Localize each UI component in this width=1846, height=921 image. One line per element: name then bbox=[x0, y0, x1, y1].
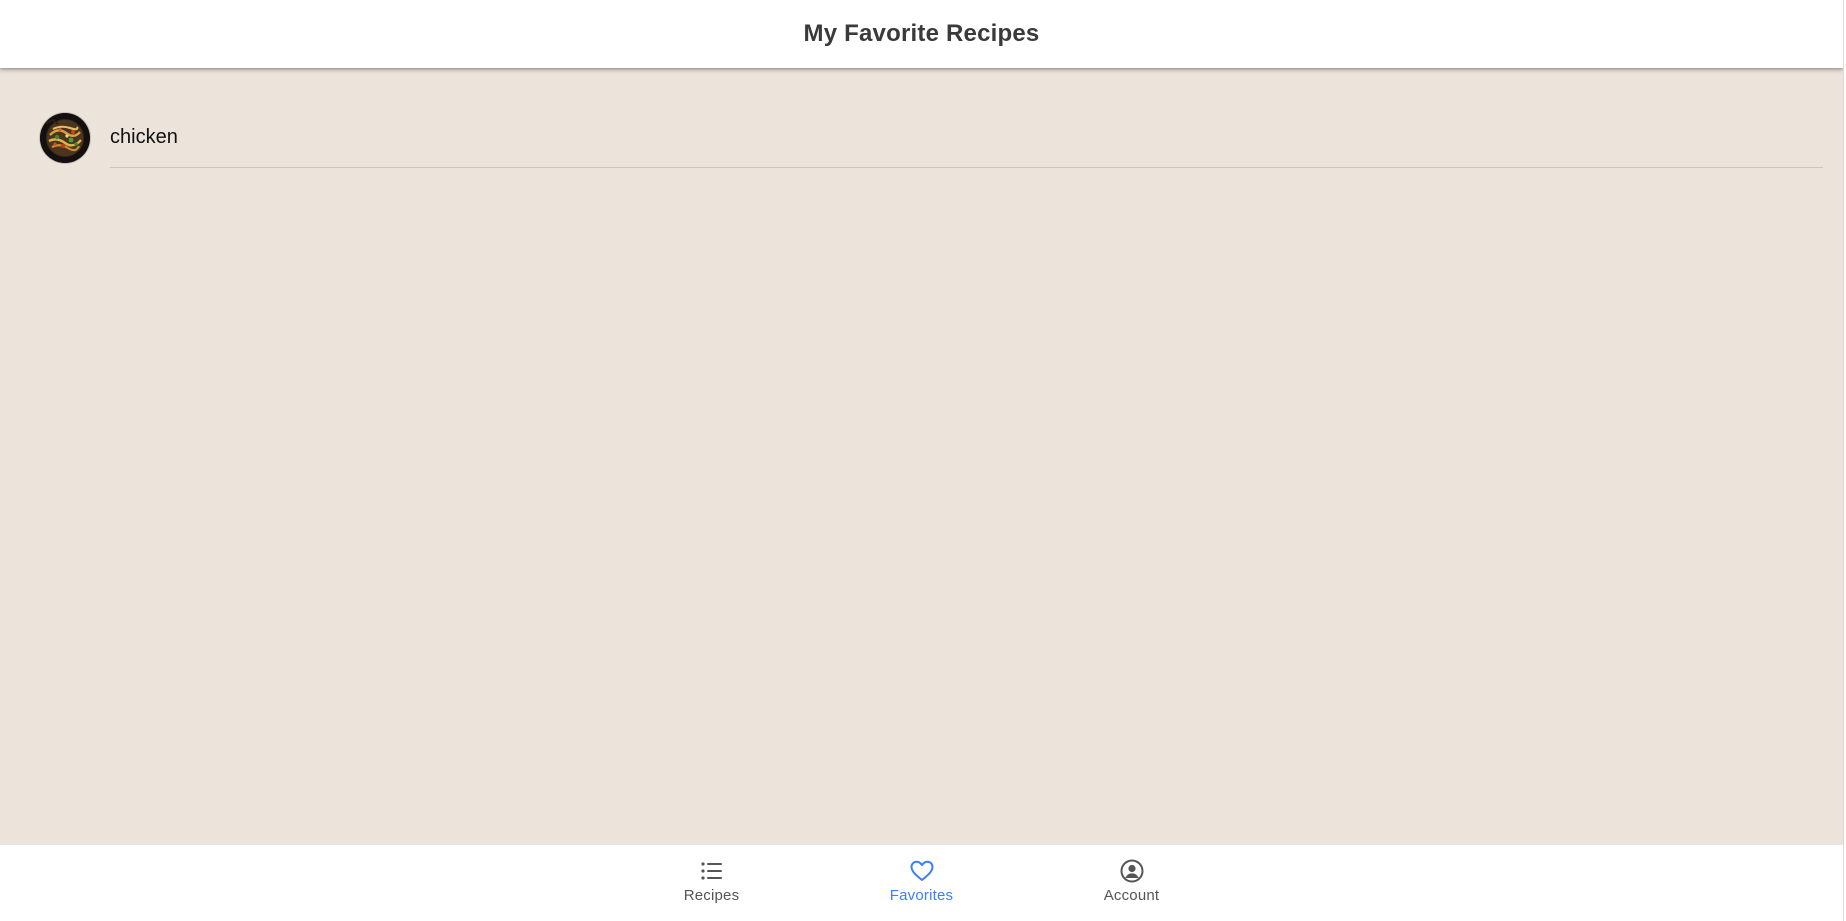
recipe-thumbnail bbox=[40, 113, 90, 163]
top-toolbar: My Favorite Recipes bbox=[0, 0, 1843, 68]
tab-account[interactable]: Account bbox=[1027, 845, 1237, 918]
tab-recipes-label: Recipes bbox=[683, 887, 740, 904]
tab-favorites-label: Favorites bbox=[889, 887, 954, 904]
list-item[interactable]: chicken bbox=[40, 108, 1823, 168]
tab-bar: Recipes Favorites Account bbox=[0, 844, 1843, 917]
list-item-body: chicken bbox=[110, 108, 1823, 168]
favorites-list: chicken bbox=[0, 68, 1843, 845]
tab-account-label: Account bbox=[1103, 887, 1160, 904]
heart-icon bbox=[910, 860, 933, 881]
app-window: My Favorite Recipes chicken Recipes Favo… bbox=[0, 0, 1846, 921]
person-circle-icon bbox=[1120, 859, 1143, 883]
list-icon bbox=[700, 862, 722, 880]
page-title: My Favorite Recipes bbox=[803, 20, 1040, 47]
tab-favorites[interactable]: Favorites bbox=[817, 845, 1027, 918]
recipe-name: chicken bbox=[110, 126, 178, 148]
tab-recipes[interactable]: Recipes bbox=[607, 845, 817, 918]
app-frame: My Favorite Recipes chicken Recipes Favo… bbox=[0, 0, 1843, 917]
